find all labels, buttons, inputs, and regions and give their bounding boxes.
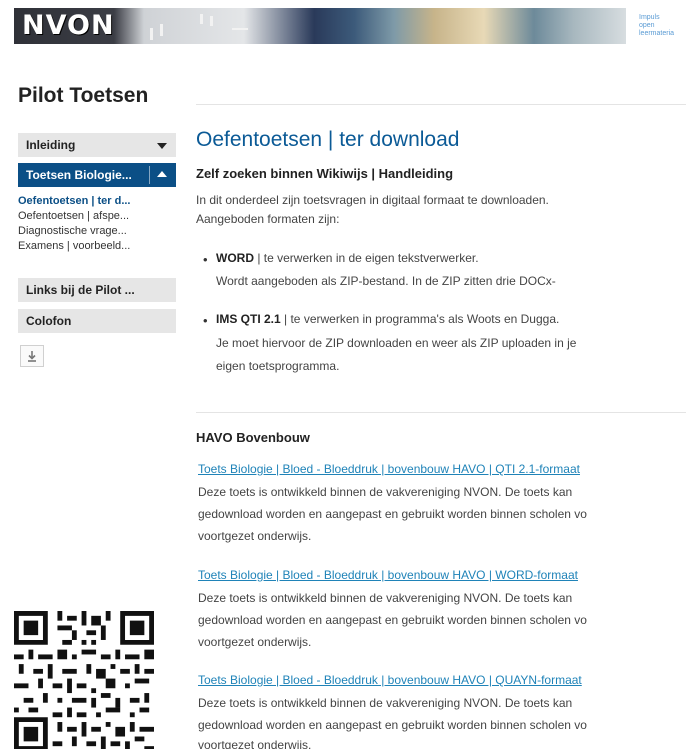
download-description: gedownload worden en aangepast en gebrui…	[198, 507, 587, 521]
banner-deco-mark	[200, 14, 203, 24]
chevron-down-icon	[157, 143, 167, 149]
format-item-qti: IMS QTI 2.1 | te verwerken in programma'…	[216, 310, 559, 329]
qr-code	[14, 611, 154, 749]
download-description: Deze toets is ontwikkeld binnen de vakve…	[198, 696, 573, 710]
bullet-icon: •	[203, 313, 208, 328]
download-description: voortgezet onderwijs.	[198, 635, 312, 649]
intro-text: In dit onderdeel zijn toetsvragen in dig…	[196, 193, 549, 207]
intro-text: Aangeboden formaten zijn:	[196, 212, 340, 226]
sidebar-submenu: Oefentoetsen | ter d... Oefentoetsen | a…	[18, 194, 176, 254]
sidebar-item-label: Links bij de Pilot ...	[26, 283, 135, 297]
format-note: eigen toetsprogramma.	[216, 359, 340, 373]
sidebar-subitem-oefentoetsen-download[interactable]: Oefentoetsen | ter d...	[18, 194, 176, 209]
section-title: HAVO Bovenbouw	[196, 430, 310, 445]
banner-deco-mark	[232, 28, 248, 30]
download-description: Deze toets is ontwikkeld binnen de vakve…	[198, 485, 573, 499]
format-description: | te verwerken in programma's als Woots …	[280, 312, 560, 326]
sidebar-item-label: Toetsen Biologie...	[26, 168, 132, 182]
bullet-icon: •	[203, 252, 208, 267]
partner-logo-line: Impuls	[639, 14, 660, 21]
sidebar-item-label: Inleiding	[26, 138, 76, 152]
sidebar-title: Pilot Toetsen	[18, 84, 149, 107]
download-description: gedownload worden en aangepast en gebrui…	[198, 718, 587, 732]
search-help-heading: Zelf zoeken binnen Wikiwijs | Handleidin…	[196, 166, 454, 181]
download-link[interactable]: Toets Biologie | Bloed - Bloeddruk | bov…	[198, 462, 580, 476]
divider	[196, 104, 686, 105]
banner-deco-mark	[210, 16, 213, 26]
sidebar-subitem-diagnostische-vragen[interactable]: Diagnostische vrage...	[18, 224, 176, 239]
chevron-up-icon	[157, 171, 167, 177]
sidebar-item-toetsen-biologie[interactable]: Toetsen Biologie...	[18, 163, 176, 187]
divider	[149, 166, 150, 184]
format-note: Wordt aangeboden als ZIP-bestand. In de …	[216, 274, 556, 288]
download-description: gedownload worden en aangepast en gebrui…	[198, 613, 587, 627]
download-description: voortgezet onderwijs.	[198, 529, 312, 543]
sidebar-item-links[interactable]: Links bij de Pilot ...	[18, 278, 176, 302]
partner-logo-line: leermateria	[639, 30, 675, 37]
download-link[interactable]: Toets Biologie | Bloed - Bloeddruk | bov…	[198, 568, 578, 582]
format-item-word: WORD | te verwerken in de eigen tekstver…	[216, 249, 479, 268]
banner-deco-mark	[160, 24, 163, 36]
sidebar-subitem-oefentoetsen-afspelen[interactable]: Oefentoetsen | afspe...	[18, 209, 176, 224]
download-icon	[28, 351, 36, 362]
format-name: WORD	[216, 251, 254, 265]
sidebar-subitem-examens[interactable]: Examens | voorbeeld...	[18, 239, 176, 254]
divider	[196, 412, 686, 413]
download-description: Deze toets is ontwikkeld binnen de vakve…	[198, 591, 573, 605]
download-button[interactable]	[20, 345, 44, 367]
sidebar-item-label: Colofon	[26, 314, 72, 328]
page-title: Oefentoetsen | ter download	[196, 128, 460, 151]
partner-logo[interactable]: Impuls open leermateria	[639, 14, 674, 38]
banner-deco-mark	[150, 28, 153, 40]
site-banner: NVON Impuls open leermateria	[0, 0, 686, 50]
sidebar-item-colofon[interactable]: Colofon	[18, 309, 176, 333]
download-description: voortgezet onderwijs.	[198, 738, 312, 749]
format-note: Je moet hiervoor de ZIP downloaden en we…	[216, 336, 577, 350]
nvon-logo[interactable]: NVON	[22, 10, 115, 41]
format-name: IMS QTI 2.1	[216, 312, 281, 326]
partner-logo-line: open	[639, 22, 655, 29]
download-link[interactable]: Toets Biologie | Bloed - Bloeddruk | bov…	[198, 673, 582, 687]
format-description: | te verwerken in de eigen tekstverwerke…	[254, 251, 479, 265]
sidebar-item-inleiding[interactable]: Inleiding	[18, 133, 176, 157]
